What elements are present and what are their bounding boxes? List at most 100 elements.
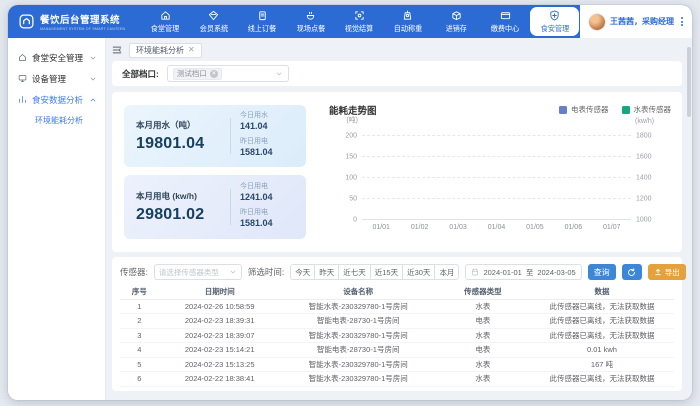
top-nav-item[interactable]: 视觉结算 [335,5,384,38]
sidebar-item[interactable]: 食安数据分析 [8,89,105,110]
top-nav-item[interactable]: 缴费中心 [481,5,530,38]
table-cell: 智能水表-230329780-1号房间 [281,357,436,372]
time-filter-label: 筛选时间: [248,266,284,278]
chart-gridline [362,135,631,136]
legend-label: 水表传感器 [634,104,672,115]
sidebar-item[interactable]: 食堂安全管理 [8,47,105,68]
stat-sub-label: 今日用电 [240,181,273,191]
legend-label: 电表传感器 [571,104,609,115]
table-cell: 水表 [436,357,530,372]
table-cell: 167 吨 [530,357,674,372]
refresh-button[interactable] [622,264,642,280]
top-nav-item-label: 进销存 [446,23,467,33]
quick-range-button[interactable]: 近30天 [403,265,435,279]
top-nav-item-label: 自动称重 [394,23,423,33]
legend-item[interactable]: 水表传感器 [622,104,672,115]
app-window: 餐饮后台管理系统 MANAGEMENT SYSTEM OF SMART CANT… [8,5,692,400]
stat-card: 本月用水（吨）19801.04今日用水141.04昨日用电1581.04 [124,105,306,167]
stall-select[interactable]: 测试档口 ✕ [167,65,289,82]
legend-swatch [559,106,567,114]
table-cell: 2024-02-23 15:14:21 [159,343,281,358]
canteen-icon [160,10,171,21]
scrollbar-thumb[interactable] [687,47,691,117]
user-area[interactable]: 王茜茜，采购经理 [580,5,692,38]
top-nav-item[interactable]: 自动称重 [384,5,433,38]
table-cell: 2024-02-23 18:39:07 [159,328,281,343]
quick-range-button[interactable]: 今天 [291,265,315,279]
stat-sub-label: 昨日用电 [240,207,273,217]
chart-gridline [362,198,631,199]
quick-range-button[interactable]: 近15天 [371,265,403,279]
tab-close-icon[interactable]: ✕ [188,46,195,54]
table-row[interactable]: 32024-02-23 18:39:07智能水表-230329780-1号房间水… [120,328,674,343]
collapse-menu-icon[interactable] [112,45,122,55]
table-cell: 智能电表-28730-1号房间 [281,343,436,358]
quick-range-button[interactable]: 本月 [435,265,458,279]
table-cell: 此传感器已离线，无法获取数据 [530,299,674,314]
table-cell: 2 [120,314,159,329]
table-cell: 2024-02-23 15:13:25 [159,357,281,372]
top-nav: 食堂管理会员系统线上订餐现场点餐视觉结算自动称重 进销存 缴费中心食安管理 [141,5,580,38]
y-axis-tick-right: 1200 [636,196,652,203]
date-start[interactable]: 2024-01-01 [483,268,521,277]
tab-env-energy-analysis[interactable]: 环境能耗分析 ✕ [129,43,202,58]
top-nav-item[interactable]: 进销存 [432,5,481,38]
app-logo: 餐饮后台管理系统 MANAGEMENT SYSTEM OF SMART CANT… [8,5,141,38]
top-nav-item-label: 食安管理 [540,23,569,33]
table-cell: 水表 [436,372,530,387]
table-cell: 此传感器已离线，无法获取数据 [530,314,674,329]
x-axis-label: 01/06 [565,224,583,231]
onsite-order-icon [305,10,316,21]
top-nav-item[interactable]: 食安管理 [530,7,579,36]
table-row[interactable]: 42024-02-23 15:14:21智能电表-28730-1号房间电表0.0… [120,343,674,358]
table-cell: 智能电表-28730-1号房间 [281,314,436,329]
table-cell: 2024-02-26 10:58:59 [159,299,281,314]
stall-tag-label: 测试档口 [177,68,207,79]
chart-plot-area: 01000501200100140015016002001800(吨)(kw/h… [362,136,631,220]
query-button[interactable]: 查询 [588,264,616,280]
y-axis-unit-right: (kw/h) [635,118,654,125]
main-area: 环境能耗分析 ✕ 全部档口: 测试档口 ✕ 本月用水（吨）19801.04今日用… [105,38,692,400]
top-nav-item-label: 会员系统 [199,23,228,33]
table-cell: 电表 [436,343,530,358]
quick-range-button[interactable]: 近七天 [339,265,371,279]
table-cell: 水表 [436,328,530,343]
stat-value: 19801.04 [136,135,228,153]
stat-sub-value: 1581.04 [240,147,273,157]
y-axis-tick-right: 1400 [636,175,652,182]
online-order-icon [257,10,268,21]
quick-range-group: 今天昨天近七天近15天近30天本月 [290,264,459,280]
export-icon [654,268,662,276]
table-cell: 此传感器已离线，无法获取数据 [530,372,674,387]
top-nav-item[interactable]: 现场点餐 [287,5,336,38]
table-row[interactable]: 22024-02-23 18:39:31智能电表-28730-1号房间电表此传感… [120,314,674,329]
sensor-type-select[interactable]: 请选择传感器类型 [154,264,242,280]
table-cell: 4 [120,343,159,358]
date-end[interactable]: 2024-03-05 [537,268,575,277]
search-toolbar: 传感器: 请选择传感器类型 筛选时间: 今天昨天近七天近15天近30天本月 20… [120,263,674,281]
table-row[interactable]: 62024-02-22 18:38:41智能水表-230329780-1号房间水… [120,372,674,387]
sidebar-subitem[interactable]: 环境能耗分析 [8,110,105,130]
top-nav-item[interactable]: 会员系统 [189,5,238,38]
sidebar-item[interactable]: 设备管理 [8,68,105,89]
x-axis-label: 01/07 [603,224,621,231]
top-nav-item[interactable]: 线上订餐 [238,5,287,38]
quick-range-button[interactable]: 昨天 [315,265,339,279]
date-range-picker[interactable]: 2024-01-01 至 2024-03-05 [465,264,581,280]
export-button[interactable]: 导出 [648,264,686,280]
y-axis-tick-left: 200 [345,133,357,140]
stat-sub-value: 1241.04 [240,192,273,202]
top-nav-item[interactable]: 食堂管理 [141,5,190,38]
user-name: 王茜茜，采购经理 [610,16,674,27]
user-menu-dots-icon[interactable] [681,17,683,26]
table-row[interactable]: 52024-02-23 15:13:25智能水表-230329780-1号房间水… [120,357,674,372]
table-row[interactable]: 12024-02-26 10:58:59智能水表-230329780-1号房间水… [120,299,674,314]
legend-item[interactable]: 电表传感器 [559,104,609,115]
chart-gridline [362,177,631,178]
stall-tag-remove-icon[interactable]: ✕ [210,70,218,78]
avatar[interactable] [589,14,605,30]
y-axis-tick-left: 150 [345,154,357,161]
y-axis-tick-right: 1600 [636,154,652,161]
stat-title: 本月用电 (kw/h) [136,190,228,202]
table-cell: 3 [120,328,159,343]
